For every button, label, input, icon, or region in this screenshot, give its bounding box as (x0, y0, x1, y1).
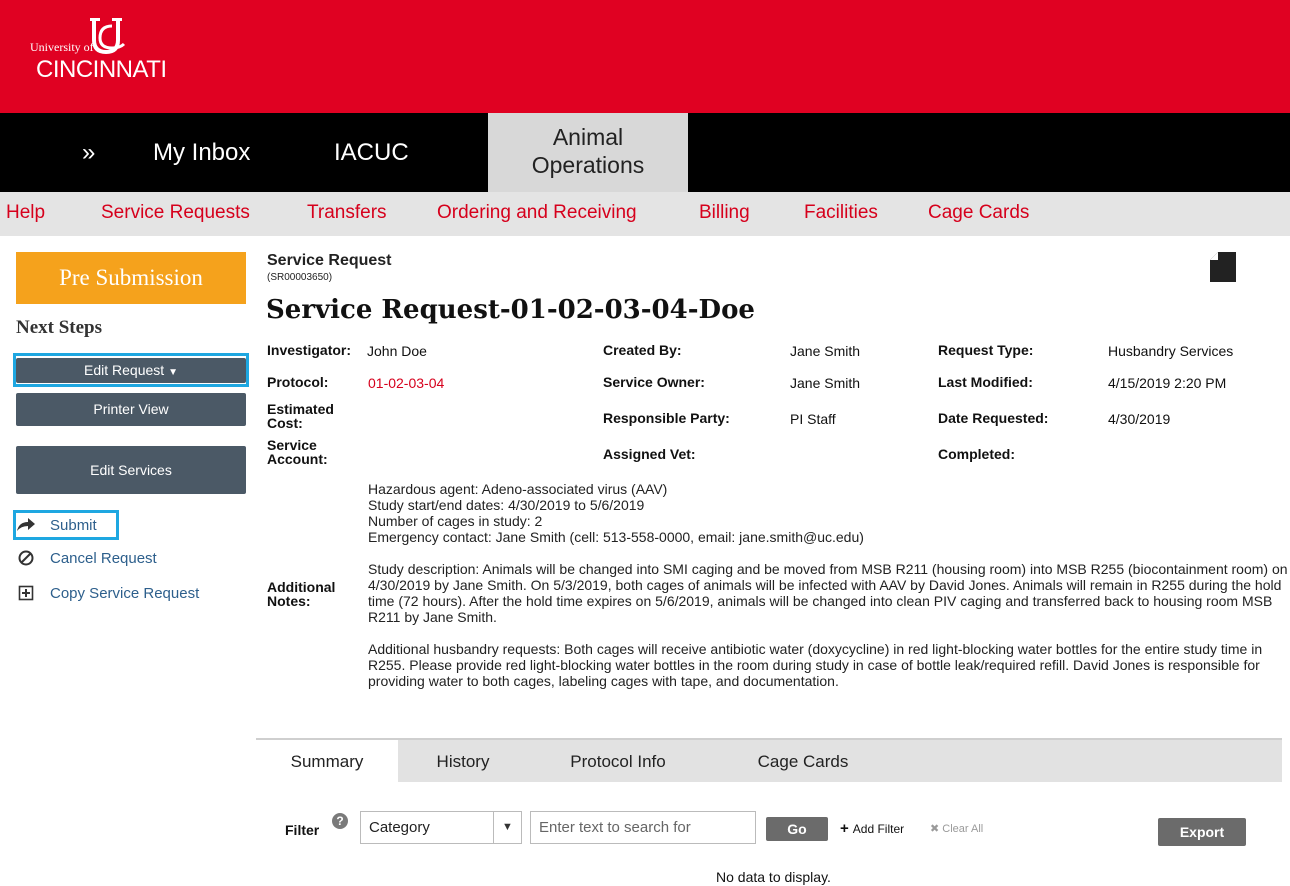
submit-label: Submit (50, 516, 97, 534)
sub-nav: Help Service Requests Transfers Ordering… (0, 192, 1290, 236)
filter-label: Filter (285, 822, 320, 838)
nav-my-inbox[interactable]: My Inbox (153, 139, 250, 167)
uc-monogram-icon (90, 18, 126, 55)
service-owner-value: Jane Smith (790, 375, 861, 391)
filter-search-input[interactable] (530, 811, 756, 844)
expand-menu-button[interactable]: » (82, 139, 95, 167)
clear-all-button[interactable]: ✖ Clear All (930, 822, 983, 835)
cancel-request-link[interactable]: Cancel Request (16, 549, 157, 567)
request-type-label: Request Type: (938, 342, 1034, 358)
additional-notes: Hazardous agent: Adeno-associated virus … (368, 481, 1288, 705)
export-button[interactable]: Export (1158, 818, 1246, 846)
last-modified-value: 4/15/2019 2:20 PM (1108, 375, 1227, 391)
note-line: Number of cages in study: 2 (368, 513, 543, 529)
document-icon[interactable] (1210, 252, 1236, 287)
tab-summary[interactable]: Summary (256, 740, 398, 784)
subnav-billing[interactable]: Billing (699, 202, 750, 224)
nav-active-line2: Operations (531, 152, 645, 178)
edit-request-button[interactable]: Edit Request ▼ (16, 358, 246, 383)
logo-cincinnati: CINCINNATI (36, 56, 167, 83)
note-line: Emergency contact: Jane Smith (cell: 513… (368, 529, 864, 545)
tab-protocol-info[interactable]: Protocol Info (528, 740, 708, 784)
protocol-link[interactable]: 01-02-03-04 (368, 375, 444, 391)
note-paragraph: Additional husbandry requests: Both cage… (368, 641, 1263, 689)
created-by-label: Created By: (603, 342, 682, 358)
nav-animal-operations[interactable]: Animal Operations (488, 113, 688, 192)
responsible-party-value: PI Staff (790, 411, 836, 427)
subnav-transfers[interactable]: Transfers (307, 202, 387, 224)
estimated-cost-label: Estimated Cost: (267, 401, 334, 431)
date-requested-label: Date Requested: (938, 410, 1049, 426)
cancel-circle-icon (16, 549, 36, 567)
subnav-service-requests[interactable]: Service Requests (101, 202, 250, 224)
service-request-label: Service Request (267, 252, 392, 269)
service-owner-label: Service Owner: (603, 374, 705, 390)
assigned-vet-label: Assigned Vet: (603, 446, 696, 462)
add-filter-button[interactable]: + Add Filter (840, 820, 904, 837)
x-icon: ✖ (930, 823, 943, 835)
copy-service-request-link[interactable]: Copy Service Request (16, 584, 199, 602)
completed-label: Completed: (938, 446, 1015, 462)
dropdown-arrow-icon: ▼ (493, 812, 521, 843)
nav-iacuc[interactable]: IACUC (334, 139, 409, 167)
tab-bar: Summary History Protocol Info Cage Cards (256, 738, 1282, 784)
created-by-value: Jane Smith (790, 343, 861, 359)
nav-active-line1: Animal (552, 124, 624, 150)
share-arrow-icon (16, 516, 36, 534)
no-data-message: No data to display. (716, 869, 831, 885)
note-line: Hazardous agent: Adeno-associated virus … (368, 481, 668, 497)
logo-university-of: University of (30, 40, 94, 54)
request-type-value: Husbandry Services (1108, 343, 1234, 359)
protocol-label: Protocol: (267, 374, 329, 390)
subnav-help[interactable]: Help (6, 202, 45, 224)
note-line: Study start/end dates: 4/30/2019 to 5/6/… (368, 497, 645, 513)
edit-request-label: Edit Request (84, 362, 165, 378)
add-filter-label: Add Filter (852, 822, 905, 836)
tab-history[interactable]: History (398, 740, 528, 784)
investigator-label: Investigator: (267, 342, 352, 358)
copy-plus-icon (16, 584, 36, 602)
service-account-label: Service Account: (267, 437, 328, 467)
service-request-id: (SR00003650) (267, 272, 333, 283)
edit-services-button[interactable]: Edit Services (16, 446, 246, 494)
note-paragraph: Study description: Animals will be chang… (368, 561, 1288, 625)
status-badge: Pre Submission (16, 252, 246, 304)
responsible-party-label: Responsible Party: (603, 410, 730, 426)
additional-notes-label: Additional Notes: (267, 579, 336, 609)
subnav-facilities[interactable]: Facilities (804, 202, 878, 224)
category-select-value: Category (369, 819, 430, 836)
category-select[interactable]: Category ▼ (360, 811, 522, 844)
caret-down-icon: ▼ (168, 367, 178, 378)
go-button[interactable]: Go (766, 817, 828, 841)
printer-view-button[interactable]: Printer View (16, 393, 246, 426)
plus-icon: + (840, 820, 849, 837)
tab-cage-cards[interactable]: Cage Cards (708, 740, 898, 784)
subnav-cage-cards[interactable]: Cage Cards (928, 202, 1029, 224)
subnav-ordering-receiving[interactable]: Ordering and Receiving (437, 202, 637, 224)
copy-service-request-label: Copy Service Request (50, 584, 200, 602)
date-requested-value: 4/30/2019 (1108, 411, 1171, 427)
university-header: University of CINCINNATI (0, 0, 1290, 113)
clear-all-label: Clear All (942, 823, 984, 835)
next-steps-heading: Next Steps (16, 317, 103, 338)
page-title: Service Request-01-02-03-04-Doe (266, 295, 755, 325)
help-icon[interactable]: ? (332, 813, 348, 829)
cancel-request-label: Cancel Request (50, 549, 157, 567)
submit-link[interactable]: Submit (16, 516, 97, 534)
investigator-value: John Doe (367, 343, 427, 359)
last-modified-label: Last Modified: (938, 374, 1033, 390)
